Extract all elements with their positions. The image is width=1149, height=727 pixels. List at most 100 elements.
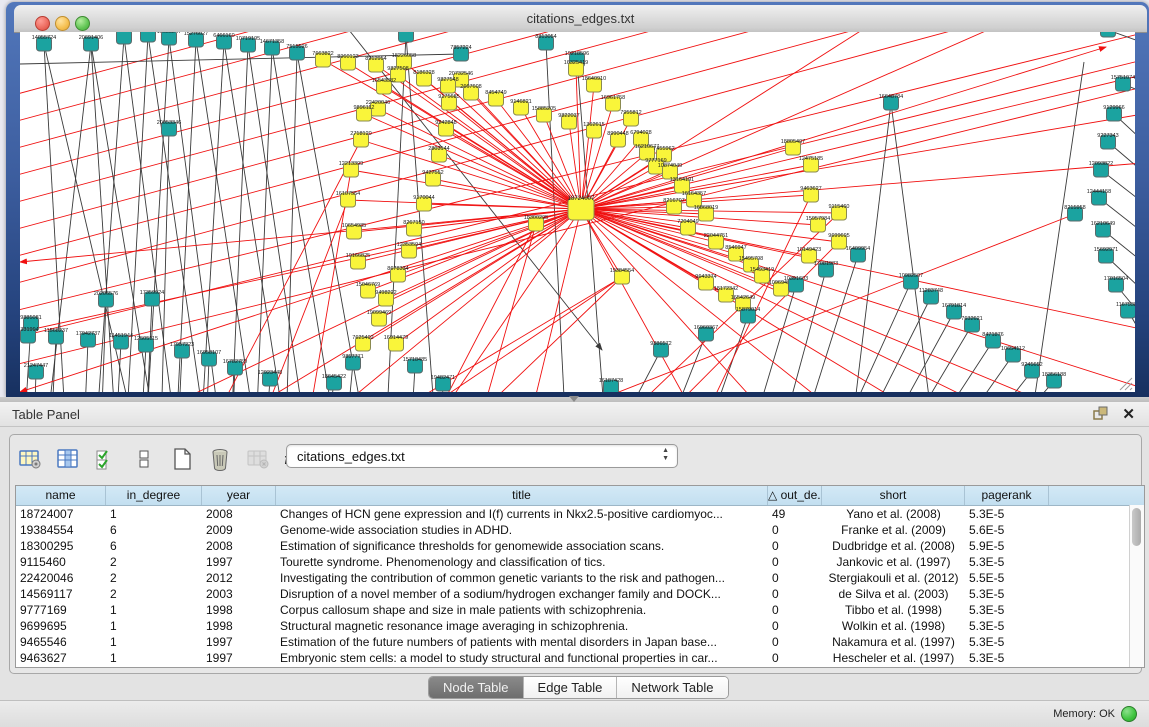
table-cell[interactable]: 5.5E-5 [965,570,1049,586]
tab-node-table[interactable]: Node Table [429,677,524,698]
network-window-titlebar[interactable]: citations_edges.txt [14,5,1147,33]
table-cell[interactable]: Yano et al. (2008) [822,506,965,522]
table-cell[interactable]: Changes of HCN gene expression and I(f) … [276,506,768,522]
table-cell[interactable]: 49 [768,506,822,522]
table-cell[interactable]: 2 [106,554,202,570]
table-cell[interactable]: 1 [106,506,202,522]
column-header-pagerank[interactable]: pagerank [965,486,1049,505]
table-cell[interactable]: 5.3E-5 [965,602,1049,618]
scrollbar-thumb[interactable] [1132,508,1141,546]
table-cell[interactable]: Wolkin et al. (1998) [822,618,965,634]
table-cell[interactable]: 2008 [202,538,276,554]
table-cell[interactable]: Estimation of significance thresholds fo… [276,538,768,554]
table-cell[interactable]: 9777169 [16,602,106,618]
column-header-year[interactable]: year [202,486,276,505]
table-cell[interactable]: 1 [106,618,202,634]
table-cell[interactable]: Estimation of the future numbers of pati… [276,634,768,650]
table-cell[interactable]: Embryonic stem cells: a model to study s… [276,650,768,666]
table-cell[interactable]: 1 [106,650,202,666]
table-settings-icon[interactable] [16,445,44,473]
table-cell[interactable]: 5.9E-5 [965,538,1049,554]
column-header-out_de[interactable]: △ out_de... [768,486,822,505]
close-panel-icon[interactable]: ✕ [1122,405,1135,423]
table-cell[interactable]: 19384554 [16,522,106,538]
table-cell[interactable]: 5.6E-5 [965,522,1049,538]
graph-node[interactable] [141,32,156,42]
table-cell[interactable]: 9465546 [16,634,106,650]
tab-network-table[interactable]: Network Table [617,677,727,698]
table-row[interactable]: 911546021997Tourette syndrome. Phenomeno… [16,554,1144,570]
table-cell[interactable]: 18300295 [16,538,106,554]
table-cell[interactable]: Jankovic et al. (1997) [822,554,965,570]
table-cell[interactable]: 5.3E-5 [965,650,1049,666]
table-cell[interactable]: 5.3E-5 [965,634,1049,650]
table-cell[interactable]: 6 [106,522,202,538]
table-cell[interactable]: 18724007 [16,506,106,522]
table-cell[interactable]: 1 [106,634,202,650]
table-cell[interactable]: 0 [768,602,822,618]
memory-status-indicator[interactable] [1121,706,1137,722]
network-canvas[interactable]: 1405572420691406181037342055831810653247… [20,32,1135,392]
table-row[interactable]: 1938455462009Genome-wide association stu… [16,522,1144,538]
table-cell[interactable]: 5.3E-5 [965,506,1049,522]
table-cell[interactable]: 1997 [202,650,276,666]
show-columns-icon[interactable] [54,445,82,473]
table-cell[interactable]: 1997 [202,634,276,650]
table-cell[interactable]: Hescheler et al. (1997) [822,650,965,666]
table-row[interactable]: 2242004622012Investigating the contribut… [16,570,1144,586]
table-cell[interactable]: 2012 [202,570,276,586]
table-row[interactable]: 977716911998Corpus callosum shape and si… [16,602,1144,618]
table-cell[interactable]: Stergiakouli et al. (2012) [822,570,965,586]
table-cell[interactable]: 5.3E-5 [965,554,1049,570]
select-all-icon[interactable] [92,445,120,473]
table-row[interactable]: 946554611997Estimation of the future num… [16,634,1144,650]
table-cell[interactable]: de Silva et al. (2003) [822,586,965,602]
table-cell[interactable]: 1998 [202,602,276,618]
table-cell[interactable]: 1997 [202,554,276,570]
graph-node[interactable] [399,32,414,42]
table-row[interactable]: 1872400712008Changes of HCN gene express… [16,506,1144,522]
table-cell[interactable]: 6 [106,538,202,554]
table-cell[interactable]: 1998 [202,618,276,634]
table-row[interactable]: 1456911722003Disruption of a novel membe… [16,586,1144,602]
table-cell[interactable]: 0 [768,650,822,666]
table-cell[interactable]: 14569117 [16,586,106,602]
tab-edge-table[interactable]: Edge Table [524,677,618,698]
table-cell[interactable]: 0 [768,586,822,602]
table-cell[interactable]: Tourette syndrome. Phenomenology and cla… [276,554,768,570]
table-cell[interactable]: 9463627 [16,650,106,666]
vertical-scrollbar[interactable] [1129,505,1144,667]
graph-node[interactable] [1101,32,1116,37]
table-cell[interactable]: 2008 [202,506,276,522]
table-cell[interactable]: Dudbridge et al. (2008) [822,538,965,554]
table-row[interactable]: 946362711997Embryonic stem cells: a mode… [16,650,1144,666]
table-cell[interactable]: 9115460 [16,554,106,570]
column-header-in_degree[interactable]: in_degree [106,486,202,505]
table-cell[interactable]: Disruption of a novel member of a sodium… [276,586,768,602]
table-cell[interactable]: 0 [768,618,822,634]
column-header-title[interactable]: title [276,486,768,505]
table-row[interactable]: 969969511998Structural magnetic resonanc… [16,618,1144,634]
table-cell[interactable]: 0 [768,538,822,554]
column-header-short[interactable]: short [822,486,965,505]
table-cell[interactable]: 9699695 [16,618,106,634]
table-cell[interactable]: Franke et al. (2009) [822,522,965,538]
table-cell[interactable]: 5.3E-5 [965,618,1049,634]
table-cell[interactable]: 1 [106,602,202,618]
table-selector-dropdown[interactable]: citations_edges.txt ▲▼ [286,444,678,468]
table-cell[interactable]: 2 [106,586,202,602]
table-cell[interactable]: Genome-wide association studies in ADHD. [276,522,768,538]
table-cell[interactable]: 2009 [202,522,276,538]
table-cell[interactable]: 0 [768,634,822,650]
column-header-name[interactable]: name [16,486,106,505]
table-cell[interactable]: 2 [106,570,202,586]
table-cell[interactable]: 0 [768,570,822,586]
table-cell[interactable]: Nakamura et al. (1997) [822,634,965,650]
table-cell[interactable]: Structural magnetic resonance image aver… [276,618,768,634]
table-cell[interactable]: Investigating the contribution of common… [276,570,768,586]
table-row[interactable]: 1830029562008Estimation of significance … [16,538,1144,554]
new-table-icon[interactable] [168,445,196,473]
selection-mode-icon[interactable] [130,445,158,473]
table-cell[interactable]: 22420046 [16,570,106,586]
table-cell[interactable]: Tibbo et al. (1998) [822,602,965,618]
